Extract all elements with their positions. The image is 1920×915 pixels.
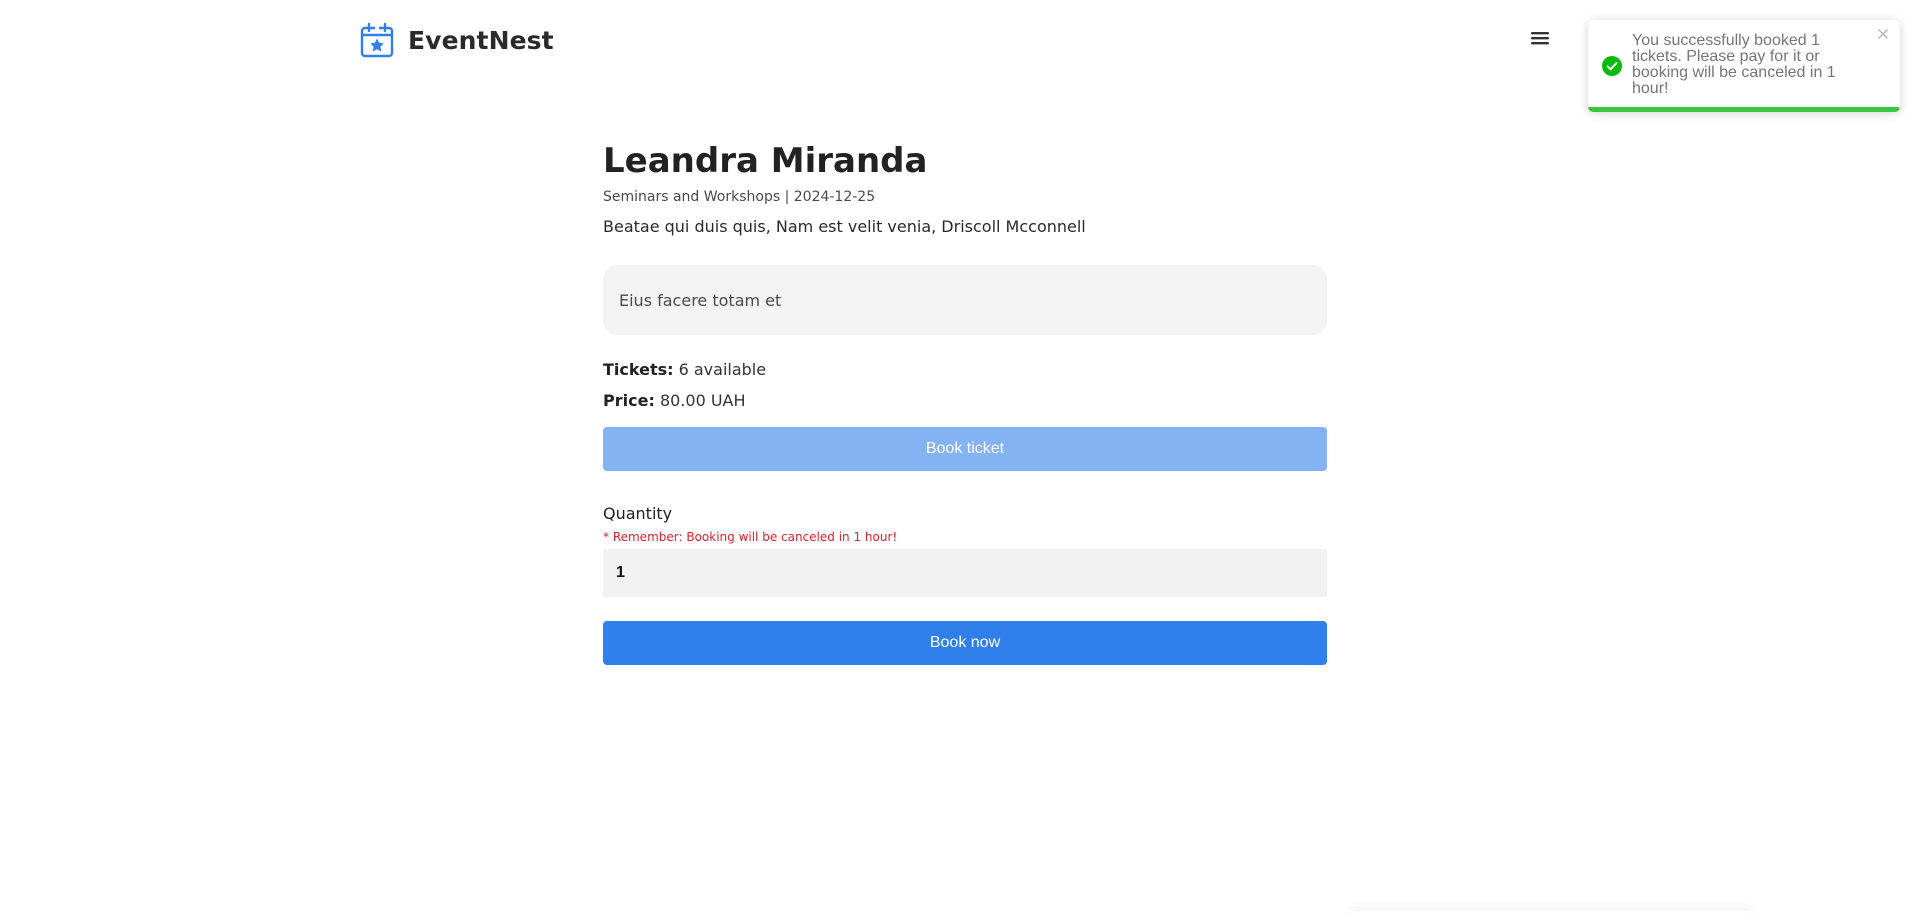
event-description: Eius facere totam et: [603, 265, 1327, 335]
price-value: 80.00 UAH: [659, 391, 746, 410]
event-title: Leandra Miranda: [603, 141, 928, 181]
menu-button[interactable]: [1528, 26, 1554, 52]
price-info: Price: 80.00 UAH: [603, 390, 1327, 412]
bottom-overlay-edge: [1350, 911, 1750, 915]
event-detail: Leandra Miranda Seminars and Workshops |…: [603, 138, 1327, 665]
close-icon: [1878, 29, 1888, 39]
toast-progress-bar: [1588, 107, 1900, 112]
book-ticket-button[interactable]: Book ticket: [603, 427, 1327, 471]
price-label: Price:: [603, 391, 655, 410]
event-subtitle: Beatae qui duis quis, Nam est velit veni…: [603, 217, 1086, 236]
tickets-info: Tickets: 6 available: [603, 359, 1327, 381]
calendar-star-icon: [360, 22, 394, 58]
quantity-input[interactable]: [603, 549, 1327, 597]
book-now-button[interactable]: Book now: [603, 621, 1327, 665]
quantity-label: Quantity: [603, 504, 673, 523]
quantity-warning: * Remember: Booking will be canceled in …: [603, 530, 898, 544]
tickets-value: 6 available: [678, 360, 767, 379]
brand-name: EventNest: [408, 25, 554, 55]
hamburger-menu-icon: [1531, 32, 1549, 45]
toast-message: You successfully booked 1 tickets. Pleas…: [1632, 32, 1836, 97]
success-toast: You successfully booked 1 tickets. Pleas…: [1588, 20, 1900, 112]
tickets-label: Tickets:: [603, 360, 674, 379]
toast-close-button[interactable]: [1876, 26, 1892, 42]
brand-logo-link[interactable]: EventNest: [360, 22, 554, 58]
event-meta: Seminars and Workshops | 2024-12-25: [603, 189, 876, 205]
check-circle-icon: [1602, 56, 1622, 76]
